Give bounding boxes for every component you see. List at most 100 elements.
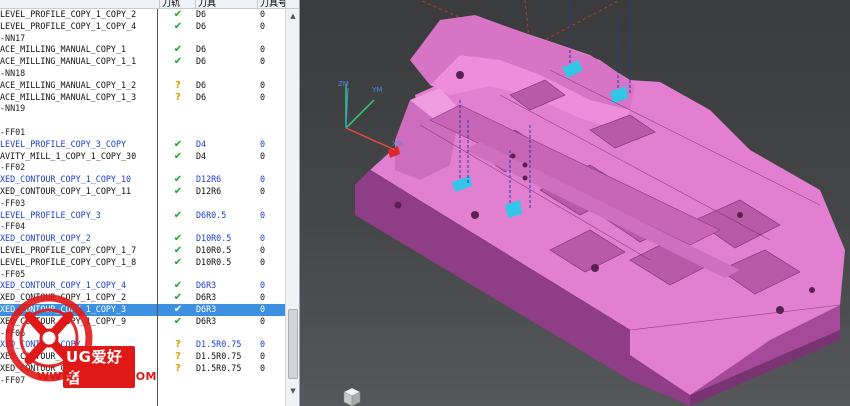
operation-row[interactable]: XED_CONTOUR_COPY? D1.5R0.75 0 [0, 339, 285, 351]
operation-row[interactable] [0, 115, 285, 127]
operation-row[interactable]: XED_CONTOUR_COPY_1_COPY_2 ✔ D6R3 0 [0, 292, 285, 304]
tool-name: D6R0.5 [196, 209, 227, 220]
toolpath-regenerate-question-icon: ? [175, 339, 181, 351]
toolpath-status-empty [160, 221, 196, 233]
operation-group-row[interactable]: -FF07 [0, 375, 285, 387]
tool-number [258, 221, 285, 233]
operation-name: LEVEL_PROFILE_COPY_1_COPY_2 [0, 9, 137, 19]
operation-group-row[interactable]: -FF04 [0, 221, 285, 233]
operation-row[interactable]: ACE_MILLING_MANUAL_COPY_1_3? D6 0 [0, 92, 285, 104]
operation-row[interactable]: XED_CONTOUR_COPY_1_COPY_10 ✔ D12R6 0 [0, 174, 285, 186]
operation-row[interactable]: XED_CONTOUR_COPY_COPY_COPY? D1.5R0.75 0 [0, 363, 285, 375]
operation-name: XED_CONTOUR_COPY_1_COPY_11 [0, 185, 132, 196]
operation-group-row[interactable]: -NN19 [0, 103, 285, 115]
operation-name: AVITY_MILL_1_COPY_1_COPY_30 [0, 150, 137, 161]
operation-row[interactable]: XED_CONTOUR_COPY_COPY? D1.5R0.75 0 [0, 351, 285, 363]
operation-row[interactable]: XED_CONTOUR_COPY_2 ✔ D10R0.5 0 [0, 233, 285, 245]
operation-row[interactable]: ACE_MILLING_MANUAL_COPY_1_2? D6 0 [0, 80, 285, 92]
tool-name: D6 [196, 91, 207, 102]
toolpath-status-empty [160, 127, 196, 139]
operation-name: LEVEL_PROFILE_COPY_COPY_1_7 [0, 244, 137, 255]
tool-number [258, 115, 285, 127]
toolpath-regenerate-question-icon: ? [175, 79, 181, 91]
operation-name: -FF02 [0, 162, 26, 173]
tool-name: D12R6 [196, 185, 222, 196]
operation-group-row[interactable]: -FF03 [0, 198, 285, 210]
z-axis-label: ZM [338, 80, 349, 88]
tool-name [196, 328, 258, 340]
operation-navigator: 刀轨 刀具 刀具号 LEVEL_PROFILE_COPY_1_COPY_2 ✔ D6… [0, 0, 300, 406]
column-header-tool[interactable]: 刀具 [196, 0, 258, 8]
operation-row[interactable]: LEVEL_PROFILE_COPY_3_COPY ✔ D4 0 [0, 139, 285, 151]
operation-name: -FF04 [0, 221, 26, 232]
tool-number [258, 162, 285, 174]
toolpath-ok-check-icon: ✔ [173, 150, 183, 162]
column-header-toolpath[interactable]: 刀轨 [160, 0, 196, 8]
operation-row[interactable]: AVITY_MILL_1_COPY_1_COPY_30 ✔ D4 0 [0, 151, 285, 163]
tool-number: 0 [260, 362, 266, 373]
operation-row[interactable]: LEVEL_PROFILE_COPY_3 ✔ D6R0.5 0 [0, 210, 285, 222]
mold-part-model[interactable]: ZM YM XM [300, 0, 850, 406]
operation-list: LEVEL_PROFILE_COPY_1_COPY_2 ✔ D6 0 LEVEL_PRO… [0, 9, 285, 387]
toolpath-status-empty [160, 33, 196, 45]
toolpath-ok-check-icon: ✔ [173, 280, 183, 292]
toolpath-ok-check-icon: ✔ [173, 292, 183, 304]
column-header-tool-number[interactable]: 刀具号 [258, 0, 286, 8]
tool-name [196, 115, 258, 127]
operation-row[interactable]: XED_CONTOUR_COPY_1_COPY_4 ✔ D6R3 0 [0, 280, 285, 292]
operation-name: -FF07 [0, 374, 26, 385]
view-orientation-cube-icon[interactable] [343, 387, 361, 406]
column-header-name[interactable] [0, 0, 160, 8]
operation-name: -FF03 [0, 197, 26, 208]
vertical-scrollbar[interactable]: ▲ ▼ [285, 9, 299, 406]
operation-row[interactable]: LEVEL_PROFILE_COPY_COPY_1_7 ✔ D10R0.5 0 [0, 245, 285, 257]
toolpath-status-empty [160, 269, 196, 281]
tool-number [258, 127, 285, 139]
tool-number: 0 [260, 233, 266, 244]
toolpath-ok-check-icon: ✔ [173, 233, 183, 245]
tool-name: D6 [196, 20, 207, 31]
tool-name: D6R3 [196, 303, 217, 314]
tool-number [258, 103, 285, 115]
operation-group-row[interactable]: -FF06 [0, 328, 285, 340]
toolpath-ok-check-icon: ✔ [173, 20, 183, 32]
tool-name: D6 [196, 9, 207, 19]
operation-row[interactable]: LEVEL_PROFILE_COPY_1_COPY_4 ✔ D6 0 [0, 21, 285, 33]
graphics-viewport[interactable]: ZM YM XM [300, 0, 850, 406]
tool-name: D10R0.5 [196, 233, 232, 244]
scroll-up-arrow-icon[interactable]: ▲ [288, 11, 298, 21]
operation-name: ACE_MILLING_MANUAL_COPY_1_2 [0, 79, 137, 90]
operation-row[interactable]: XED_CONTOUR_COPY_1_COPY_3 ✔ D6R3 0 [0, 303, 285, 316]
scroll-down-arrow-icon[interactable]: ▼ [288, 386, 298, 396]
toolpath-ok-check-icon: ✔ [173, 174, 183, 186]
tool-name [196, 127, 258, 139]
toolpath-status-empty [160, 68, 196, 80]
operation-row[interactable]: XED_CONTOUR_COPY_1_COPY_11 ✔ D12R6 0 [0, 186, 285, 198]
operation-group-row[interactable]: -FF05 [0, 269, 285, 281]
operation-row[interactable]: LEVEL_PROFILE_COPY_1_COPY_2 ✔ D6 0 [0, 9, 285, 21]
operation-name: LEVEL_PROFILE_COPY_3 [0, 209, 101, 220]
x-axis-label: XM [392, 140, 403, 148]
operation-row[interactable]: ACE_MILLING_MANUAL_COPY_1 ✔ D6 0 [0, 44, 285, 56]
tool-number: 0 [260, 79, 266, 90]
operation-group-row[interactable]: -FF02 [0, 162, 285, 174]
y-axis-label: YM [371, 86, 382, 94]
toolpath-ok-check-icon: ✔ [173, 209, 183, 221]
operation-row[interactable]: ACE_MILLING_MANUAL_COPY_1_1 ✔ D6 0 [0, 56, 285, 68]
operation-group-row[interactable]: -FF01 [0, 127, 285, 139]
operation-row[interactable]: XED_CONTOUR_COPY_1_COPY_9 ✔ D6R3 0 [0, 316, 285, 328]
tool-name: D6 [196, 79, 207, 90]
operation-group-row[interactable]: -NN17 [0, 33, 285, 45]
operation-row[interactable]: LEVEL_PROFILE_COPY_COPY_1_8 ✔ D10R0.5 0 [0, 257, 285, 269]
operation-name: -FF06 [0, 327, 26, 338]
tool-name [196, 33, 258, 45]
tool-number: 0 [260, 174, 266, 185]
toolpath-ok-check-icon: ✔ [173, 256, 183, 268]
tool-number [258, 33, 285, 45]
operation-group-row[interactable]: -NN18 [0, 68, 285, 80]
tool-number: 0 [260, 185, 266, 196]
operation-name: XED_CONTOUR_COPY_1_COPY_10 [0, 174, 132, 185]
tool-number [258, 198, 285, 210]
scroll-thumb[interactable] [288, 309, 298, 379]
operation-name: -NN19 [0, 103, 26, 114]
